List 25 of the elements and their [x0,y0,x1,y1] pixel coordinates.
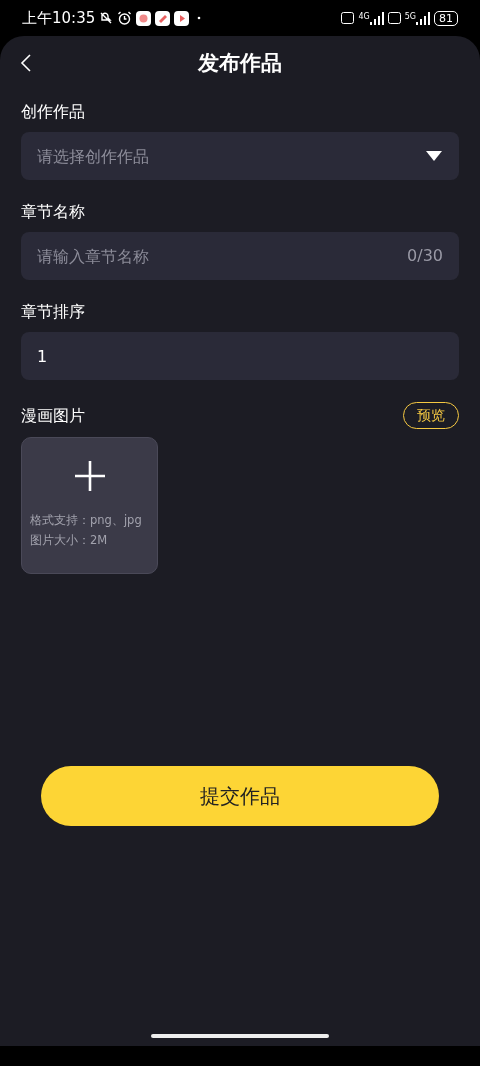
battery-level: 81 [434,10,458,26]
dropdown-caret-icon [425,150,443,162]
play-icon [174,10,190,26]
page-title: 发布作品 [198,50,282,78]
app-notification-icon [155,10,171,26]
alarm-icon [117,10,133,26]
select-field[interactable]: 请选择创作作品 [21,132,459,180]
network-label: 4G [358,11,370,23]
submit-button[interactable]: 提交作品 [41,766,439,826]
image-upload-tile[interactable]: 格式支持：png、jpg 图片大小：2M [21,437,158,574]
field-label: 章节名称 [21,201,86,223]
number-field[interactable]: 1 [21,332,459,380]
plus-icon [73,460,106,492]
back-icon[interactable] [20,54,32,72]
signal-icon [369,11,384,25]
signal-icon [416,11,430,25]
field-label: 创作作品 [21,101,86,123]
network-label: 5G [404,11,416,23]
status-time: 上午10:35 [22,7,96,29]
app-notification-icon [136,10,152,26]
upload-hint: 图片大小：2M [30,532,109,549]
upload-hint: 格式支持：png、jpg [30,512,143,529]
field-label: 章节排序 [21,301,86,323]
field-label: 漫画图片 [21,404,85,427]
character-counter: 0/30 [407,245,443,267]
